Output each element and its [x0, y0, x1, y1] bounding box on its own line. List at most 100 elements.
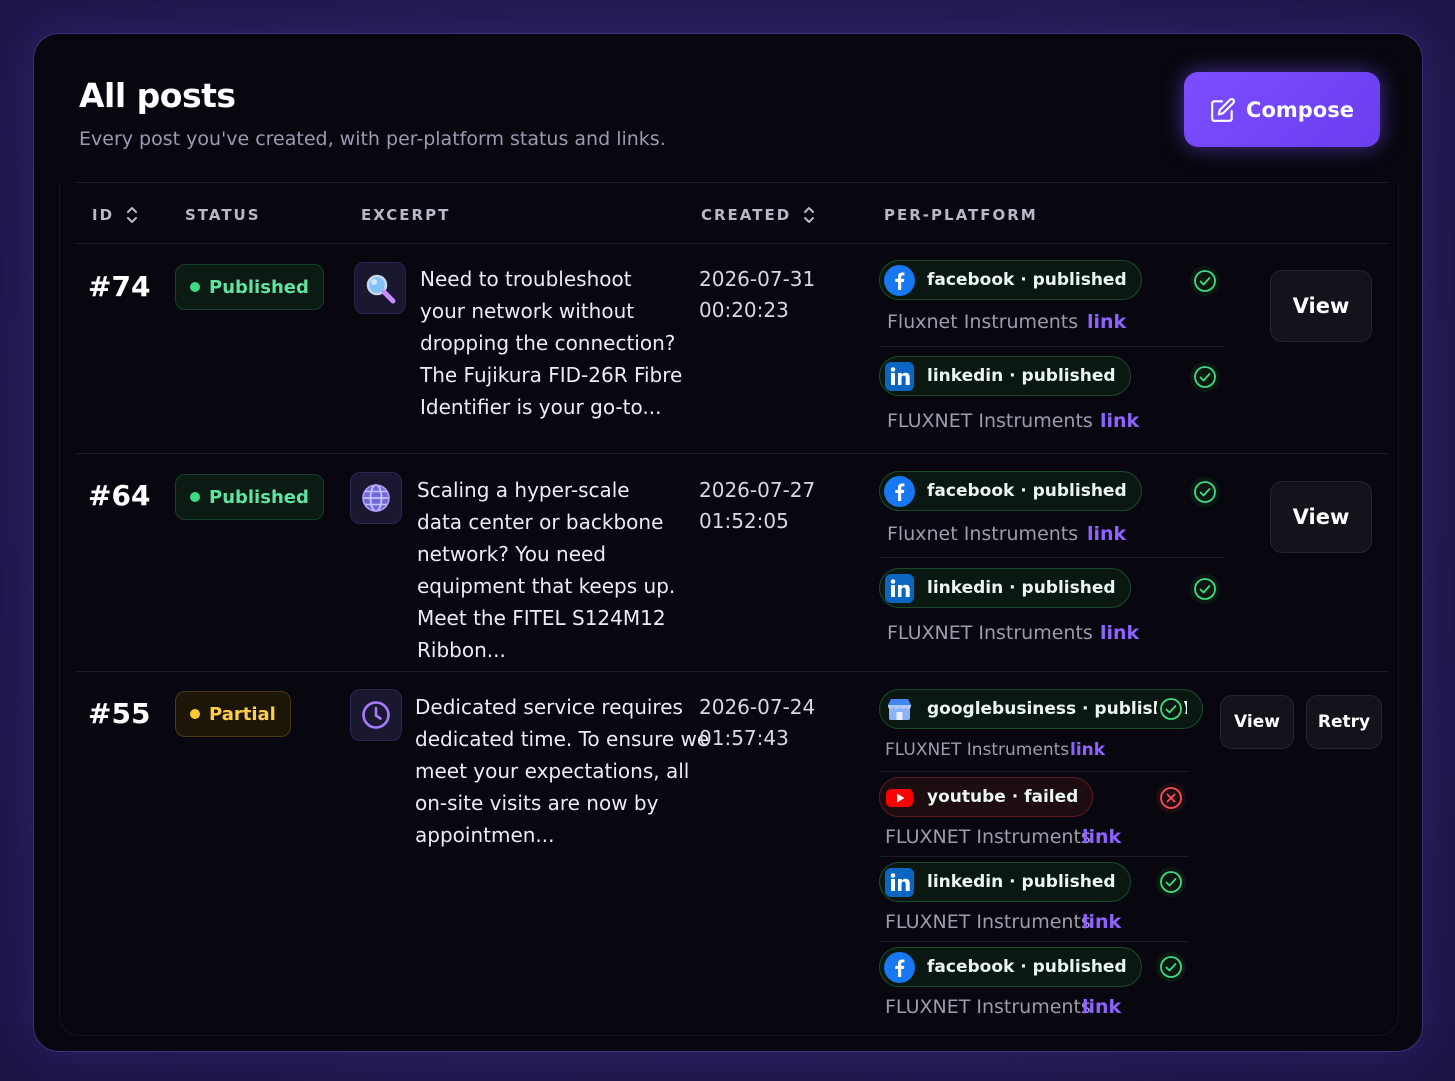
- excerpt-line: The Fujikura FID-26R Fibre: [420, 363, 683, 387]
- excerpt-line: your network without: [420, 299, 635, 323]
- status-badge: Published: [175, 264, 324, 310]
- column-header-per-platform-label: PER-PLATFORM: [884, 206, 1038, 224]
- platform-link[interactable]: link: [1100, 622, 1139, 644]
- excerpt-line: equipment that keeps up.: [417, 574, 676, 598]
- platform-chip-label: linkedin · published: [927, 578, 1116, 598]
- platform-chip-label: linkedin · published: [927, 366, 1116, 386]
- view-button[interactable]: View: [1270, 481, 1372, 553]
- check-circle-icon: [1190, 477, 1220, 507]
- excerpt-line: on-site visits are now by: [415, 791, 659, 815]
- view-button[interactable]: View: [1270, 270, 1372, 342]
- column-header-created[interactable]: CREATED: [701, 206, 815, 224]
- platform-link[interactable]: link: [1070, 740, 1105, 760]
- row-divider: [76, 671, 1388, 672]
- platform-account: FLUXNET Instruments: [885, 911, 1091, 933]
- compose-button[interactable]: Compose: [1184, 72, 1380, 147]
- post-id: #74: [88, 270, 151, 303]
- sort-icon[interactable]: [803, 206, 815, 224]
- page-subtitle: Every post you've created, with per-plat…: [79, 128, 666, 150]
- post-excerpt: Need to troubleshoot your network withou…: [420, 263, 682, 423]
- sort-icon[interactable]: [126, 206, 138, 224]
- column-header-excerpt-label: EXCERPT: [361, 206, 451, 224]
- check-circle-icon: [1190, 574, 1220, 604]
- platform-chip-label: facebook · published: [927, 957, 1127, 977]
- created-date: 2026-07-24: [699, 695, 816, 719]
- excerpt-line: dedicated time. To ensure we: [415, 727, 710, 751]
- magnifier-icon: [366, 274, 396, 304]
- check-circle-icon: [1190, 362, 1220, 392]
- facebook-icon: [884, 475, 915, 507]
- facebook-icon: [884, 264, 915, 296]
- posts-card: All posts Every post you've created, wit…: [33, 33, 1423, 1052]
- header-bottom-divider: [76, 243, 1388, 244]
- created-timestamp: 2026-07-24 01:57:43: [699, 692, 815, 754]
- platform-link[interactable]: link: [1087, 311, 1126, 333]
- platform-divider: [879, 941, 1189, 942]
- post-thumbnail: [350, 689, 402, 741]
- view-button[interactable]: View: [1220, 695, 1294, 749]
- check-circle-icon: [1190, 266, 1220, 296]
- platform-account: FLUXNET Instruments: [885, 826, 1091, 848]
- platform-chip-youtube: youtube · failed: [879, 777, 1094, 817]
- platform-chip-googlebusiness: googlebusiness · published: [879, 689, 1204, 729]
- platform-divider: [879, 771, 1189, 772]
- excerpt-line: appointmen...: [415, 823, 555, 847]
- created-timestamp: 2026-07-27 01:52:05: [699, 475, 815, 537]
- post-excerpt: Scaling a hyper-scale data center or bac…: [417, 474, 675, 666]
- created-timestamp: 2026-07-31 00:20:23: [699, 264, 815, 326]
- platform-chip-facebook: facebook · published: [879, 947, 1142, 987]
- platform-account: FLUXNET Instruments: [887, 410, 1093, 432]
- platform-link[interactable]: link: [1082, 996, 1121, 1018]
- platform-chip-facebook: facebook · published: [879, 260, 1142, 300]
- excerpt-line: Dedicated service requires: [415, 695, 683, 719]
- post-id: #64: [88, 479, 151, 512]
- retry-button[interactable]: Retry: [1306, 695, 1382, 749]
- platform-chip-label: facebook · published: [927, 270, 1127, 290]
- platform-chip-label: facebook · published: [927, 481, 1127, 501]
- platform-link[interactable]: link: [1082, 911, 1121, 933]
- excerpt-line: Meet the FITEL S124M12: [417, 606, 666, 630]
- column-header-id[interactable]: ID: [92, 206, 138, 224]
- platform-account: FLUXNET Instruments: [885, 996, 1091, 1018]
- platform-account: Fluxnet Instruments: [887, 311, 1079, 333]
- column-header-created-label: CREATED: [701, 206, 792, 224]
- x-circle-icon: [1156, 783, 1186, 813]
- header-top-divider: [76, 182, 1388, 183]
- excerpt-line: Scaling a hyper-scale: [417, 478, 630, 502]
- platform-link[interactable]: link: [1082, 826, 1121, 848]
- status-badge: Partial: [175, 691, 291, 737]
- platform-chip-label: googlebusiness · published: [927, 699, 1189, 719]
- created-time: 01:52:05: [699, 509, 789, 533]
- excerpt-line: Ribbon...: [417, 638, 506, 662]
- status-dot: [190, 282, 200, 292]
- platform-chip-linkedin: linkedin · published: [879, 568, 1131, 608]
- platform-chip-linkedin: linkedin · published: [879, 862, 1131, 902]
- created-date: 2026-07-31: [699, 267, 816, 291]
- created-time: 00:20:23: [699, 298, 789, 322]
- status-label: Partial: [209, 703, 276, 725]
- linkedin-icon: [884, 573, 915, 604]
- excerpt-line: meet your expectations, all: [415, 759, 690, 783]
- facebook-icon: [884, 951, 915, 983]
- platform-link[interactable]: link: [1087, 523, 1126, 545]
- compose-label: Compose: [1246, 97, 1354, 122]
- status-label: Published: [209, 486, 309, 508]
- excerpt-line: dropping the connection?: [420, 331, 676, 355]
- platform-chip-label: youtube · failed: [927, 787, 1079, 807]
- post-thumbnail: [354, 262, 406, 314]
- column-header-status-label: STATUS: [185, 206, 261, 224]
- status-label: Published: [209, 276, 309, 298]
- excerpt-line: network? You need: [417, 542, 607, 566]
- status-dot: [190, 492, 200, 502]
- google-business-icon: [884, 694, 915, 725]
- platform-link[interactable]: link: [1100, 410, 1139, 432]
- created-date: 2026-07-27: [699, 478, 816, 502]
- check-circle-icon: [1156, 952, 1186, 982]
- platform-divider: [879, 557, 1225, 558]
- excerpt-line: data center or backbone: [417, 510, 664, 534]
- column-header-excerpt: EXCERPT: [361, 206, 450, 224]
- clock-icon: [362, 701, 390, 729]
- platform-account: Fluxnet Instruments: [887, 523, 1079, 545]
- status-dot: [190, 709, 200, 719]
- page-title: All posts: [79, 76, 236, 115]
